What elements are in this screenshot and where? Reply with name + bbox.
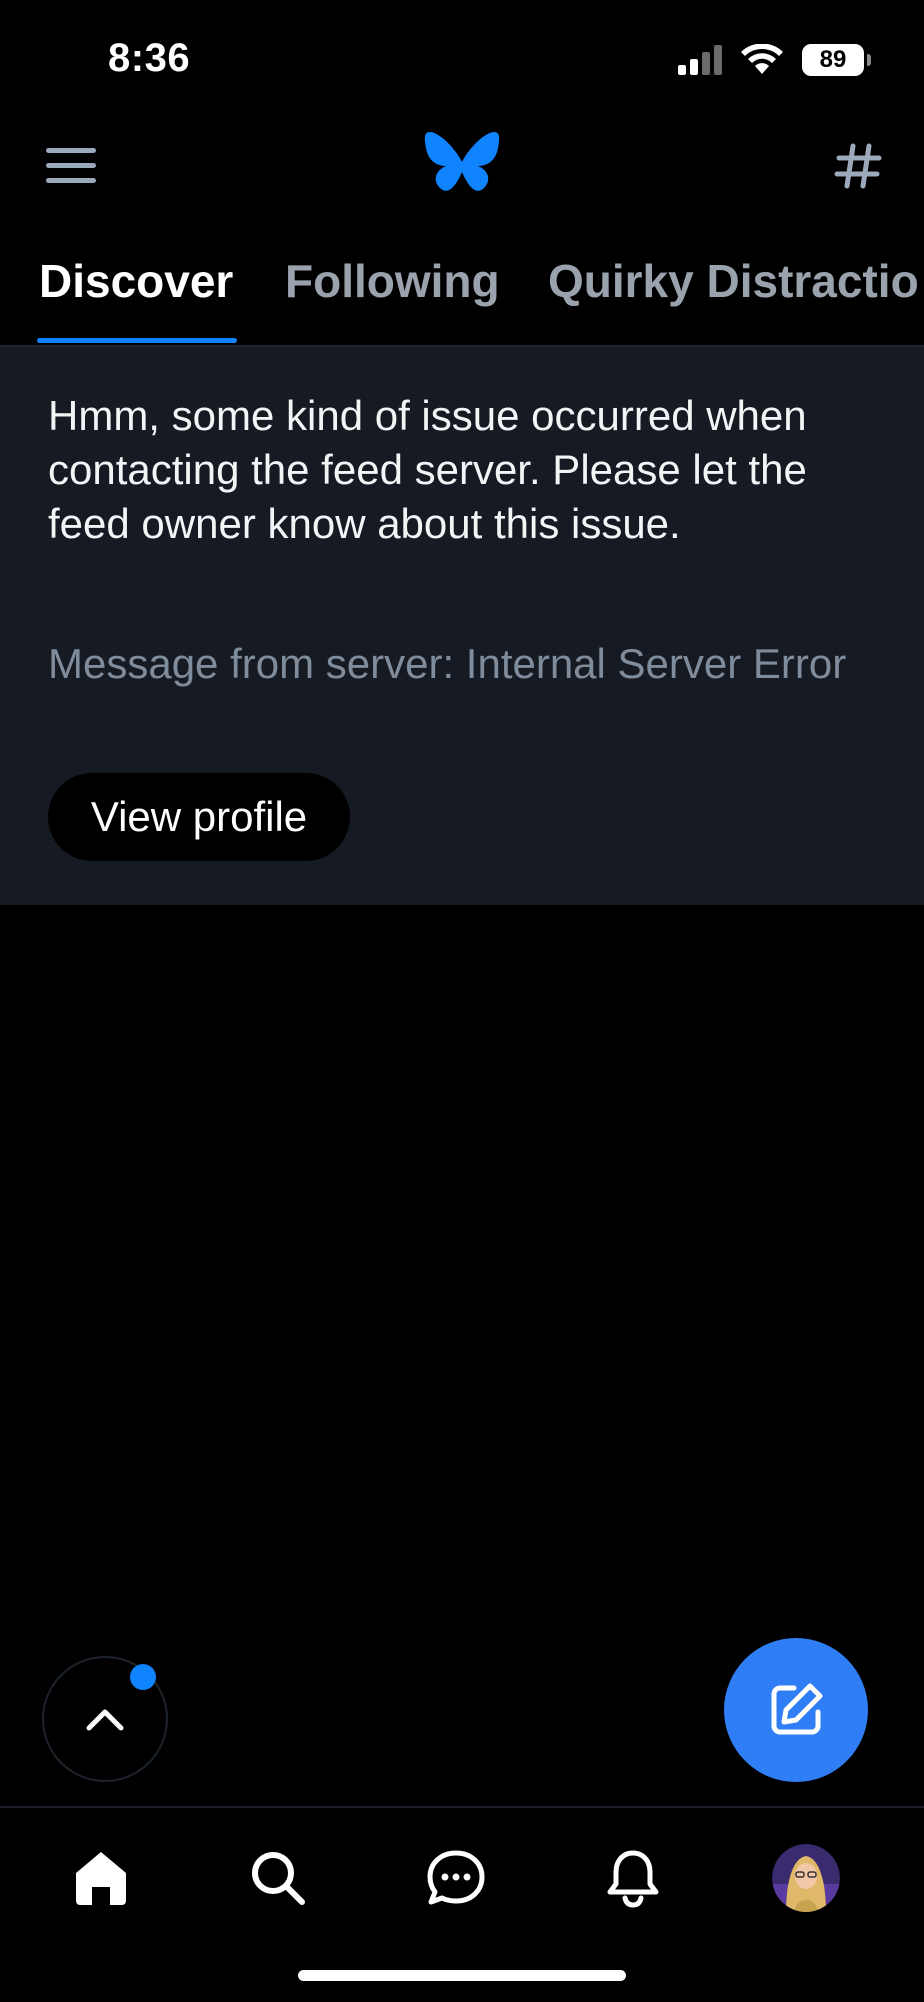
battery-level: 89 [819, 46, 847, 73]
status-icons: 89 [678, 44, 871, 76]
compose-icon [771, 1683, 823, 1735]
hamburger-menu-icon [46, 148, 96, 183]
feeds-button[interactable] [826, 134, 890, 198]
chat-icon [427, 1850, 485, 1905]
wifi-icon [741, 44, 783, 74]
home-icon [76, 1852, 126, 1905]
avatar [772, 1844, 840, 1912]
tab-following[interactable]: Following [285, 254, 500, 308]
nav-notifications[interactable] [595, 1840, 671, 1916]
tab-quirky-distractions[interactable]: Quirky Distractio [548, 254, 919, 308]
home-indicator [298, 1970, 626, 1981]
butterfly-logo-icon [424, 132, 500, 191]
app-header [0, 120, 924, 210]
status-time: 8:36 [108, 36, 191, 80]
signal-icon [678, 45, 722, 75]
server-error-message: Message from server: Internal Server Err… [48, 640, 847, 687]
new-posts-indicator [130, 1664, 156, 1690]
error-message: Hmm, some kind of issue occurred when co… [48, 392, 807, 547]
feed-error-panel: Hmm, some kind of issue occurred when co… [0, 347, 924, 905]
tab-discover[interactable]: Discover [39, 254, 233, 308]
compose-button[interactable] [724, 1638, 868, 1782]
menu-button[interactable] [40, 138, 102, 194]
search-icon [252, 1852, 305, 1905]
active-tab-indicator [37, 338, 237, 343]
chevron-up-icon [86, 1709, 124, 1731]
nav-search[interactable] [240, 1840, 316, 1916]
battery-icon: 89 [802, 44, 871, 76]
nav-profile[interactable] [772, 1844, 840, 1912]
nav-home[interactable] [63, 1840, 139, 1916]
hash-icon [834, 143, 882, 189]
nav-chat[interactable] [418, 1840, 494, 1916]
view-profile-button[interactable]: View profile [48, 773, 350, 861]
feed-tabs: Discover Following Quirky Distractio [0, 230, 924, 347]
status-bar: 8:36 89 [0, 0, 924, 120]
bell-icon [607, 1850, 659, 1908]
